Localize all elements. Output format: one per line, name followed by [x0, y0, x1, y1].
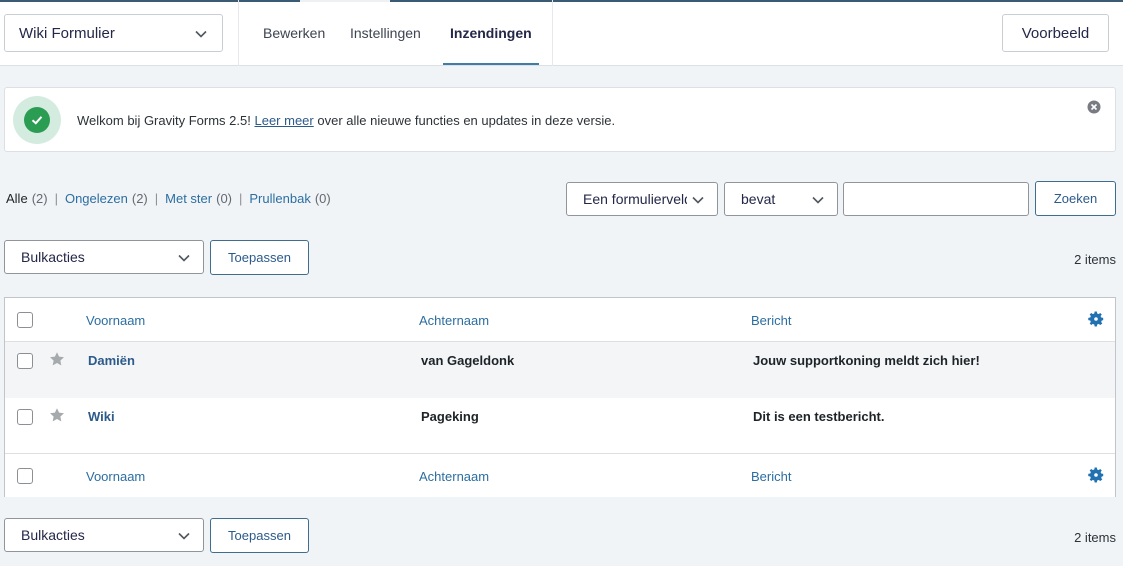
search-field-select[interactable]: Een formulierveld: [566, 182, 718, 216]
success-badge: [13, 96, 61, 144]
column-bericht[interactable]: Bericht: [751, 313, 791, 328]
view-starred[interactable]: Met ster: [165, 191, 212, 206]
view-trash[interactable]: Prullenbak: [249, 191, 310, 206]
table-header-row: Voornaam Achternaam Bericht: [5, 298, 1115, 342]
entry-message: Jouw supportkoning meldt zich hier!: [753, 353, 980, 368]
top-accent-line: [0, 0, 1123, 2]
entry-message: Dit is een testbericht.: [753, 409, 885, 424]
entry-first-name[interactable]: Wiki: [88, 409, 115, 424]
star-icon[interactable]: [49, 351, 65, 367]
divider: [552, 0, 553, 66]
column-bericht[interactable]: Bericht: [751, 469, 791, 484]
column-voornaam[interactable]: Voornaam: [86, 469, 145, 484]
gear-icon[interactable]: [1087, 466, 1105, 484]
entry-last-name: van Gageldonk: [421, 353, 515, 368]
entry-views: Alle (2) | Ongelezen (2) | Met ster (0) …: [6, 191, 331, 206]
star-icon[interactable]: [49, 407, 65, 423]
welcome-notice: Welkom bij Gravity Forms 2.5! Leer meer …: [4, 87, 1116, 152]
tab-bewerken[interactable]: Bewerken: [263, 0, 325, 66]
row-checkbox[interactable]: [17, 353, 33, 369]
search-input[interactable]: [843, 182, 1029, 216]
close-icon[interactable]: [1087, 100, 1101, 114]
bulk-actions-select[interactable]: Bulkacties: [4, 240, 204, 274]
chevron-down-icon: [178, 532, 190, 540]
entry-last-name: Pageking: [421, 409, 479, 424]
divider: [238, 0, 239, 66]
checkmark-icon: [31, 116, 43, 125]
top-toolbar: Wiki Formulier Bewerken Instellingen Inz…: [0, 0, 1123, 66]
items-count: 2 items: [1074, 252, 1116, 267]
table-row[interactable]: Wiki Pageking Dit is een testbericht.: [5, 398, 1115, 454]
chevron-down-icon: [195, 30, 207, 38]
row-checkbox[interactable]: [17, 409, 33, 425]
column-achternaam[interactable]: Achternaam: [419, 469, 489, 484]
gear-icon[interactable]: [1087, 310, 1105, 328]
notice-message: Welkom bij Gravity Forms 2.5! Leer meer …: [77, 113, 616, 128]
preview-button[interactable]: Voorbeeld: [1002, 14, 1109, 52]
table-row[interactable]: Damiën van Gageldonk Jouw supportkoning …: [5, 342, 1115, 398]
apply-button[interactable]: Toepassen: [210, 240, 309, 275]
chevron-down-icon: [812, 196, 824, 204]
search-button[interactable]: Zoeken: [1035, 181, 1116, 216]
apply-button[interactable]: Toepassen: [210, 518, 309, 553]
column-voornaam[interactable]: Voornaam: [86, 313, 145, 328]
tab-inzendingen[interactable]: Inzendingen: [443, 0, 539, 66]
select-all-checkbox[interactable]: [17, 312, 33, 328]
column-achternaam[interactable]: Achternaam: [419, 313, 489, 328]
tab-instellingen[interactable]: Instellingen: [350, 0, 421, 66]
form-selector[interactable]: Wiki Formulier: [4, 14, 223, 52]
items-count: 2 items: [1074, 530, 1116, 545]
entry-first-name[interactable]: Damiën: [88, 353, 135, 368]
view-unread[interactable]: Ongelezen: [65, 191, 128, 206]
search-operator-select[interactable]: bevat: [724, 182, 838, 216]
entries-table: Voornaam Achternaam Bericht Damiën van G…: [4, 297, 1116, 497]
table-footer-row: Voornaam Achternaam Bericht: [5, 453, 1115, 497]
chevron-down-icon: [178, 254, 190, 262]
learn-more-link[interactable]: Leer meer: [254, 113, 313, 128]
bulk-actions-select[interactable]: Bulkacties: [4, 518, 204, 552]
chevron-down-icon: [692, 196, 704, 204]
select-all-checkbox[interactable]: [17, 468, 33, 484]
form-selector-label: Wiki Formulier: [19, 24, 115, 42]
view-all[interactable]: Alle: [6, 191, 28, 206]
